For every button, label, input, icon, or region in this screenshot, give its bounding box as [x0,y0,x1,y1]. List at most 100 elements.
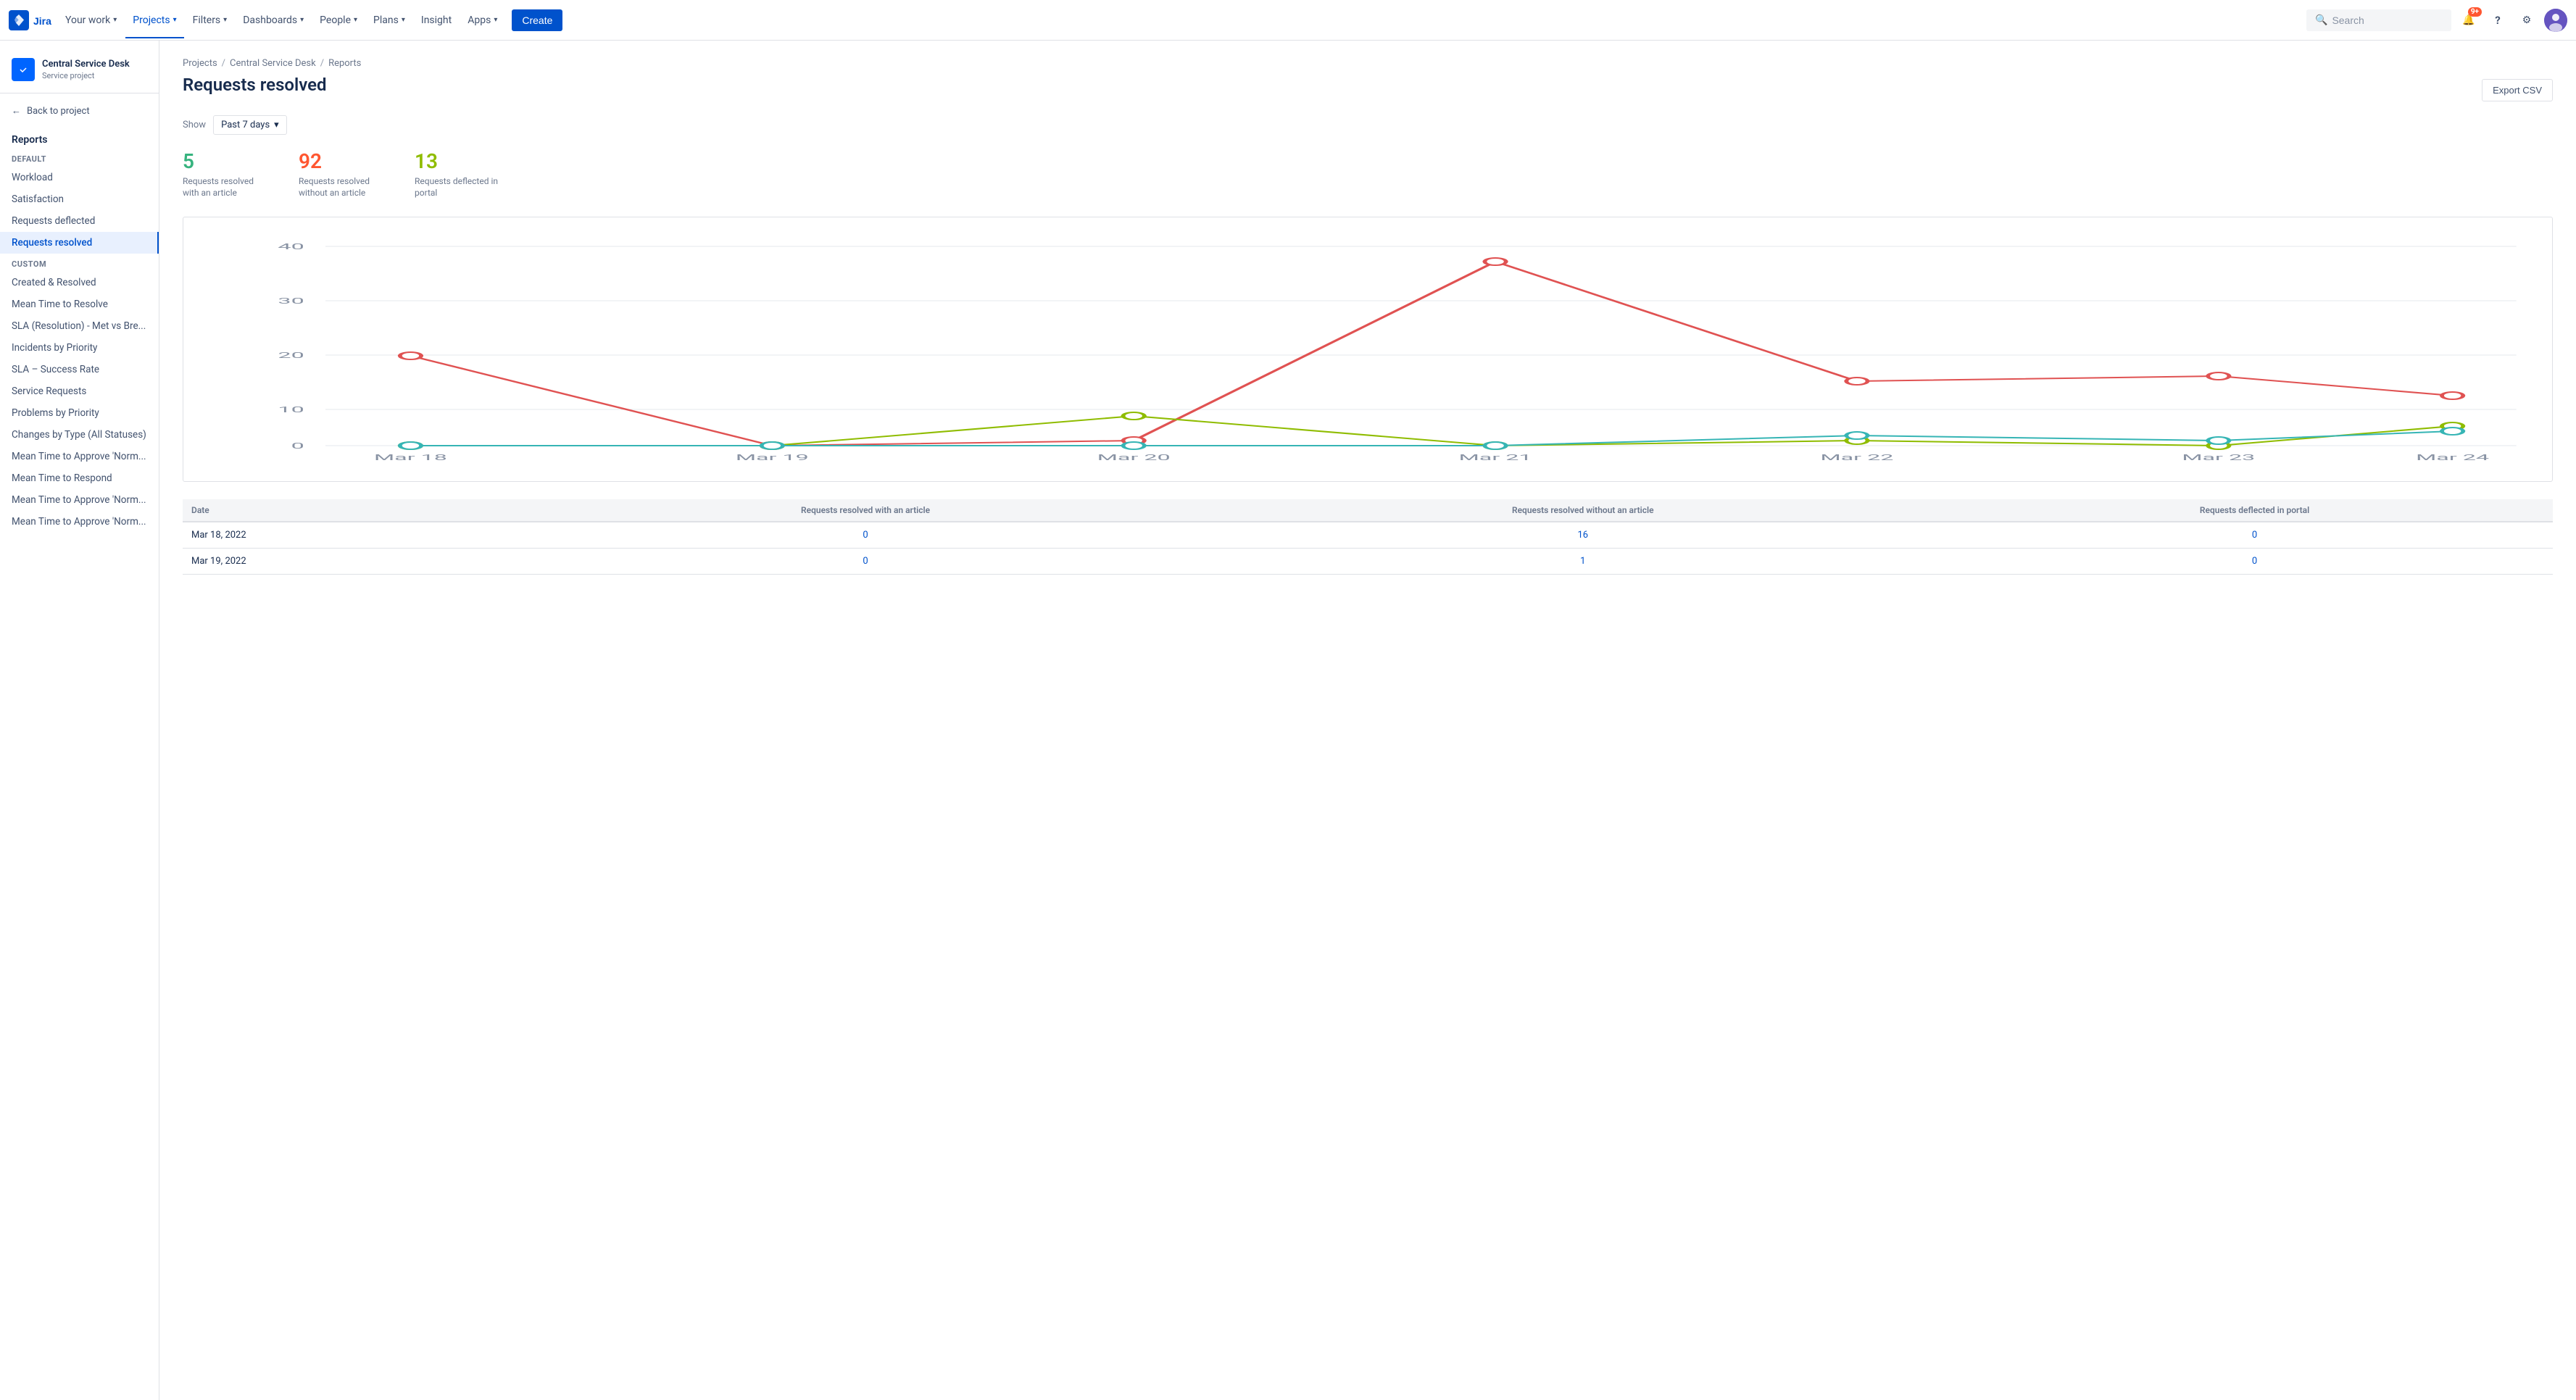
search-input[interactable] [2332,14,2443,26]
nav-plans[interactable]: Plans ▾ [366,9,412,32]
project-type: Service project [42,71,130,80]
nav-dashboards[interactable]: Dashboards ▾ [236,9,311,32]
breadcrumb-projects[interactable]: Projects [183,58,217,69]
sidebar-item-mean-time-approve-2[interactable]: Mean Time to Approve 'Norm... [0,489,159,511]
sidebar-item-problems-priority[interactable]: Problems by Priority [0,402,159,424]
sidebar-custom-section: CUSTOM [0,254,159,272]
project-icon [12,58,35,81]
sidebar-item-incidents-priority[interactable]: Incidents by Priority [0,337,159,359]
stat-value-deflected-in-portal: 13 [415,149,502,174]
svg-text:10: 10 [278,405,304,414]
period-dropdown[interactable]: Past 7 days ▾ [213,115,287,135]
back-icon: ← [12,105,21,117]
svg-text:Mar 23: Mar 23 [2182,453,2255,462]
sidebar-project-header: Central Service Desk Service project [0,52,159,93]
help-button[interactable]: ? [2486,9,2509,32]
sidebar-item-sla-resolution[interactable]: SLA (Resolution) - Met vs Bre... [0,315,159,337]
topnav-right-actions: 🔍 🔔 9+ ? ⚙ [2306,9,2567,32]
main-content: Projects / Central Service Desk / Report… [159,41,2576,1400]
stats-row: 5 Requests resolved with an article 92 R… [183,149,2553,199]
table-header-row: Date Requests resolved with an article R… [183,499,2553,522]
chevron-down-icon: ▾ [402,16,405,24]
sidebar-item-sla-success[interactable]: SLA – Success Rate [0,359,159,380]
nav-filters[interactable]: Filters ▾ [186,9,235,32]
sidebar-item-changes-type[interactable]: Changes by Type (All Statuses) [0,424,159,446]
stat-value-resolved-without-article: 92 [299,149,386,174]
svg-text:Mar 21: Mar 21 [1459,453,1532,462]
stat-value-resolved-with-article: 5 [183,149,270,174]
project-name: Central Service Desk [42,59,130,71]
settings-icon: ⚙ [2522,14,2532,26]
stat-resolved-with-article: 5 Requests resolved with an article [183,149,270,199]
sidebar-item-mean-time-approve-3[interactable]: Mean Time to Approve 'Norm... [0,511,159,533]
breadcrumb-current: Reports [328,58,361,69]
sidebar-item-service-requests[interactable]: Service Requests [0,380,159,402]
nav-insight[interactable]: Insight [414,9,459,32]
show-label: Show [183,120,206,130]
table-cell-col2: 1 [1209,549,1956,575]
breadcrumb-central-service-desk[interactable]: Central Service Desk [230,58,316,69]
sidebar-item-mean-time-respond[interactable]: Mean Time to Respond [0,467,159,489]
create-button[interactable]: Create [512,9,562,31]
topnav: Jira Your work ▾ Projects ▾ Filters ▾ Da… [0,0,2576,41]
th-resolved-without-article: Requests resolved without an article [1209,499,1956,522]
table-row: Mar 19, 2022 0 1 0 [183,549,2553,575]
chevron-down-icon: ▾ [223,16,227,24]
page-title: Requests resolved [183,75,327,95]
data-table: Date Requests resolved with an article R… [183,499,2553,575]
svg-text:Jira: Jira [33,15,51,27]
sidebar-item-mean-time-resolve[interactable]: Mean Time to Resolve [0,293,159,315]
sidebar-item-workload[interactable]: Workload [0,167,159,188]
main-navigation: Your work ▾ Projects ▾ Filters ▾ Dashboa… [58,9,2306,32]
svg-text:Mar 22: Mar 22 [1820,453,1893,462]
sidebar-item-mean-time-approve-1[interactable]: Mean Time to Approve 'Norm... [0,446,159,467]
notification-badge: 9+ [2468,7,2482,17]
svg-text:0: 0 [291,441,304,451]
svg-text:20: 20 [278,351,304,360]
nav-your-work[interactable]: Your work ▾ [58,9,124,32]
table-cell-col1: 0 [522,522,1210,549]
sidebar-item-requests-deflected[interactable]: Requests deflected [0,210,159,232]
app-body: Central Service Desk Service project ← B… [0,41,2576,1400]
svg-text:Mar 24: Mar 24 [2416,453,2490,462]
chevron-down-icon: ▾ [113,16,117,24]
breadcrumb-sep-1: / [222,58,225,69]
table-cell-col3: 0 [1956,522,2553,549]
table-cell-col3: 0 [1956,549,2553,575]
sidebar-item-created-resolved[interactable]: Created & Resolved [0,272,159,293]
sidebar-default-section: DEFAULT [0,149,159,167]
jira-logo[interactable]: Jira [9,10,52,30]
nav-people[interactable]: People ▾ [312,9,365,32]
nav-projects[interactable]: Projects ▾ [125,9,183,32]
svg-text:Mar 18: Mar 18 [374,453,447,462]
sidebar-reports-heading: Reports [0,128,159,149]
svg-text:40: 40 [278,242,304,251]
chevron-down-icon: ▾ [173,16,177,24]
svg-text:Mar 19: Mar 19 [736,453,809,462]
sidebar-item-requests-resolved[interactable]: Requests resolved [0,232,159,254]
stat-label-deflected-in-portal: Requests deflected in portal [415,175,502,200]
breadcrumb: Projects / Central Service Desk / Report… [183,58,2553,69]
table-cell-date: Mar 19, 2022 [183,549,522,575]
notifications-button[interactable]: 🔔 9+ [2457,9,2480,32]
settings-button[interactable]: ⚙ [2515,9,2538,32]
th-resolved-with-article: Requests resolved with an article [522,499,1210,522]
sidebar: Central Service Desk Service project ← B… [0,41,159,1400]
stat-label-resolved-without-article: Requests resolved without an article [299,175,386,200]
svg-text:30: 30 [278,296,304,306]
search-box[interactable]: 🔍 [2306,9,2451,31]
breadcrumb-sep-2: / [320,58,324,69]
requests-resolved-chart: 40 30 20 10 0 Mar 18 Mar 19 Mar 20 Mar 2… [198,232,2538,464]
table-cell-date: Mar 18, 2022 [183,522,522,549]
table-cell-col1: 0 [522,549,1210,575]
chevron-down-icon: ▾ [274,120,279,130]
sidebar-item-satisfaction[interactable]: Satisfaction [0,188,159,210]
chevron-down-icon: ▾ [494,16,497,24]
back-to-project-link[interactable]: ← Back to project [0,99,159,122]
avatar[interactable] [2544,9,2567,32]
export-csv-button[interactable]: Export CSV [2482,79,2553,101]
nav-apps[interactable]: Apps ▾ [460,9,504,32]
chevron-down-icon: ▾ [354,16,357,24]
table-row: Mar 18, 2022 0 16 0 [183,522,2553,549]
th-date: Date [183,499,522,522]
